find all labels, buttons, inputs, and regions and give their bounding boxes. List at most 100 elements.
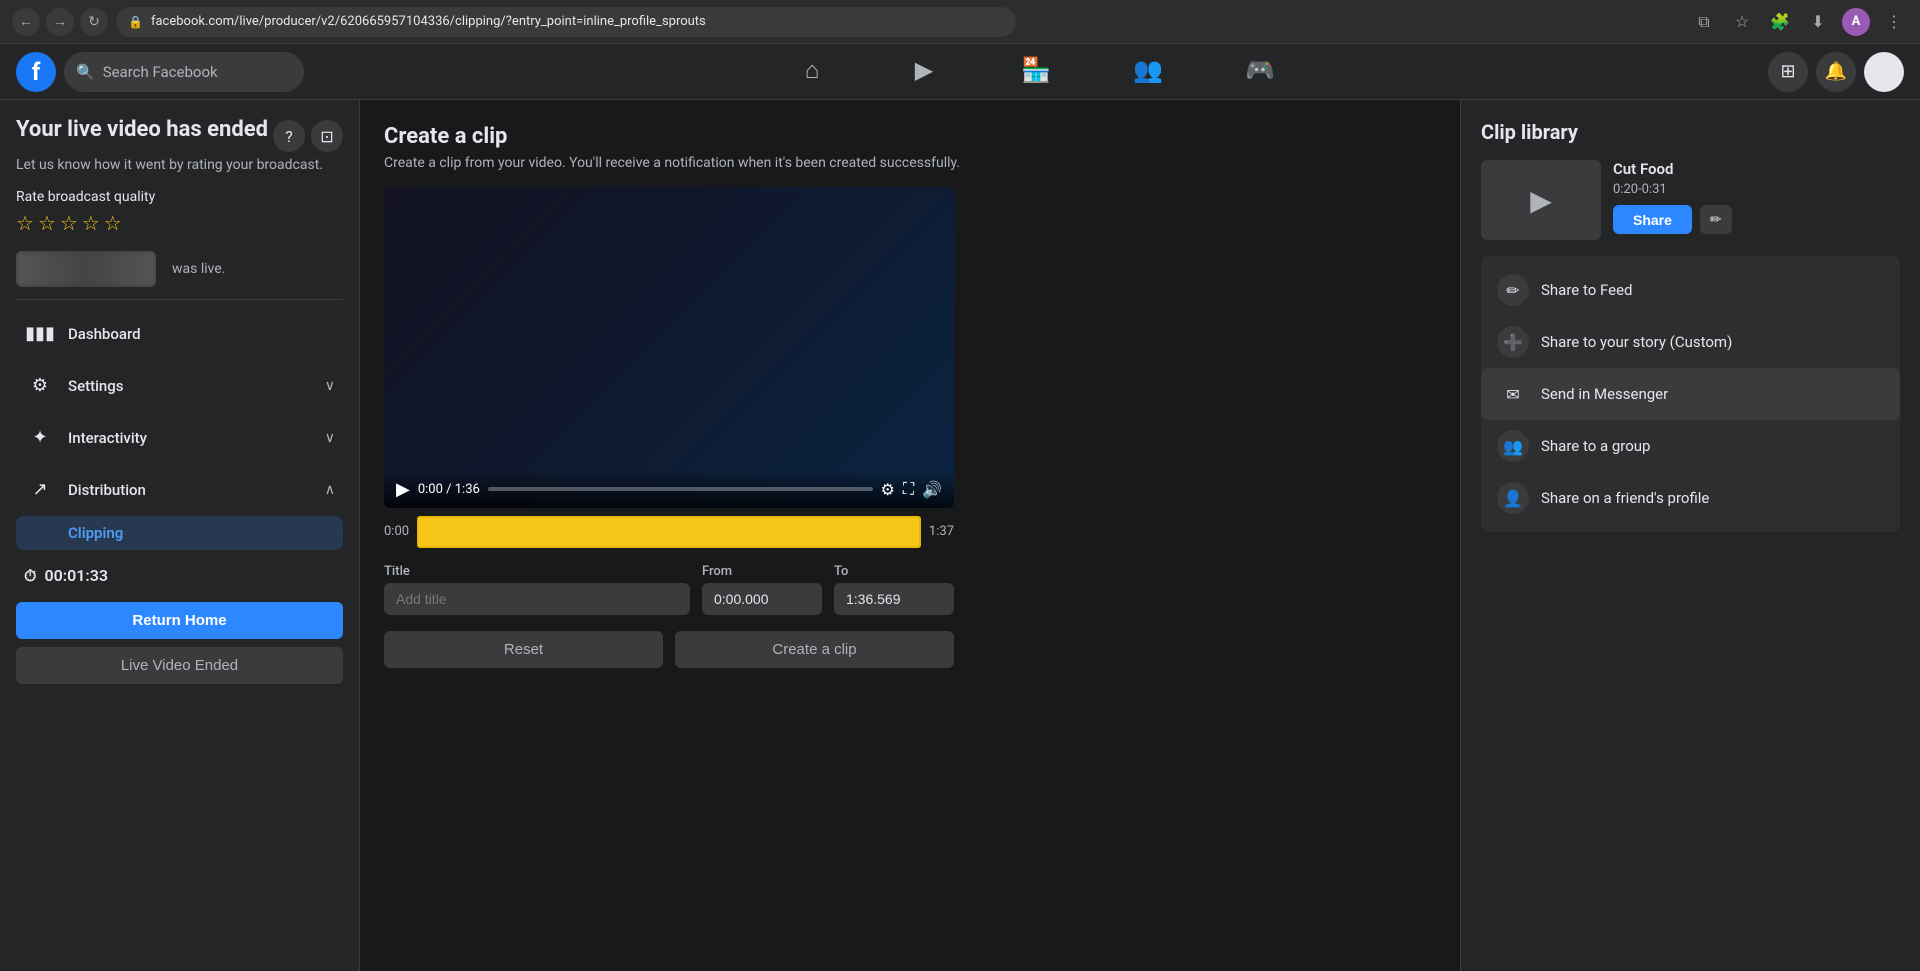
create-clip-button[interactable]: Create a clip [675, 631, 954, 668]
share-options-panel: ✏ Share to Feed ➕ Share to your story (C… [1481, 256, 1900, 532]
clip-name: Cut Food [1613, 160, 1900, 178]
back-button[interactable]: ← [12, 8, 40, 36]
refresh-button[interactable]: ↻ [80, 8, 108, 36]
apps-grid-button[interactable]: ⊞ [1768, 52, 1808, 92]
sidebar-timer: ⏱ 00:01:33 [16, 558, 343, 594]
downloads-icon[interactable]: ⬇ [1804, 8, 1832, 36]
title-input[interactable] [384, 583, 690, 615]
browser-menu-icon[interactable]: ⋮ [1880, 8, 1908, 36]
star-4[interactable]: ☆ [82, 211, 100, 235]
help-button[interactable]: ? [273, 120, 305, 152]
share-option-group[interactable]: 👥 Share to a group [1481, 420, 1900, 472]
browser-chrome: ← → ↻ 🔒 facebook.com/live/producer/v2/62… [0, 0, 1920, 44]
dashboard-label: Dashboard [68, 325, 335, 343]
nav-marketplace[interactable]: 🏪 [980, 44, 1092, 100]
search-bar[interactable]: 🔍 Search Facebook [64, 52, 304, 92]
title-field-group: Title [384, 564, 690, 615]
star-2[interactable]: ☆ [38, 211, 56, 235]
rate-section: Rate broadcast quality ☆ ☆ ☆ ☆ ☆ [16, 189, 343, 235]
nav-groups[interactable]: 👥 [1092, 44, 1204, 100]
clip-section-title: Create a clip [384, 124, 1436, 149]
play-button[interactable]: ▶ [396, 479, 410, 500]
progress-bar[interactable] [488, 487, 873, 491]
fullscreen-button[interactable]: ⛶ [903, 479, 914, 499]
reset-button[interactable]: Reset [384, 631, 663, 668]
nav-home[interactable]: ⌂ [756, 44, 868, 100]
interactivity-icon: ✦ [24, 422, 56, 454]
forward-button[interactable]: → [46, 8, 74, 36]
edit-button[interactable]: ✏ [1700, 205, 1732, 234]
video-player[interactable]: ▶ 0:00 / 1:36 ⚙ ⛶ 🔊 [384, 187, 954, 508]
settings-chevron-icon: ∨ [325, 378, 335, 394]
to-label: To [834, 564, 954, 579]
url-text: facebook.com/live/producer/v2/6206659571… [151, 14, 706, 29]
clip-duration: 0:20-0:31 [1613, 182, 1900, 197]
star-1[interactable]: ☆ [16, 211, 34, 235]
star-rating[interactable]: ☆ ☆ ☆ ☆ ☆ [16, 211, 343, 235]
sidebar-item-dashboard[interactable]: ▮▮▮ Dashboard [16, 308, 343, 360]
facebook-logo[interactable]: f [16, 52, 56, 92]
sidebar: Your live video has ended ? ⊡ Let us kno… [0, 100, 360, 971]
browser-profile[interactable]: A [1842, 8, 1870, 36]
search-placeholder: Search Facebook [103, 63, 218, 81]
share-feed-icon: ✏ [1497, 274, 1529, 306]
range-start-time: 0:00 [384, 524, 409, 539]
share-icon-button[interactable]: ⊡ [311, 120, 343, 152]
to-input[interactable] [834, 583, 954, 615]
header-right: ⊞ 🔔 [1768, 52, 1904, 92]
video-settings-button[interactable]: ⚙ [881, 480, 895, 499]
sidebar-divider [16, 299, 343, 300]
share-option-feed[interactable]: ✏ Share to Feed [1481, 264, 1900, 316]
sidebar-item-distribution[interactable]: ↗ Distribution ∧ [16, 464, 343, 516]
sidebar-title: Your live video has ended [16, 116, 268, 145]
star-5[interactable]: ☆ [104, 211, 122, 235]
star-3[interactable]: ☆ [60, 211, 78, 235]
interactivity-label: Interactivity [68, 429, 313, 447]
clip-fields: Title From To [384, 564, 954, 615]
was-live-text: was live. [172, 261, 225, 277]
main-layout: Your live video has ended ? ⊡ Let us kno… [0, 100, 1920, 971]
clip-info: Cut Food 0:20-0:31 Share ✏ [1613, 160, 1900, 240]
from-input[interactable] [702, 583, 822, 615]
return-home-button[interactable]: Return Home [16, 602, 343, 639]
settings-label: Settings [68, 377, 313, 395]
star-icon[interactable]: ☆ [1728, 8, 1756, 36]
clip-share-row: Share ✏ [1613, 205, 1900, 234]
notifications-button[interactable]: 🔔 [1816, 52, 1856, 92]
dashboard-icon: ▮▮▮ [24, 318, 56, 350]
from-label: From [702, 564, 822, 579]
clipping-label: Clipping [68, 524, 123, 542]
clip-range-container: 0:00 1:37 [384, 516, 954, 548]
distribution-label: Distribution [68, 481, 313, 499]
clip-library-panel: Clip library ▶ Cut Food 0:20-0:31 Share … [1460, 100, 1920, 971]
profile-picture[interactable] [1864, 52, 1904, 92]
nav-video[interactable]: ▶ [868, 44, 980, 100]
sidebar-item-interactivity[interactable]: ✦ Interactivity ∨ [16, 412, 343, 464]
extensions-icon[interactable]: 🧩 [1766, 8, 1794, 36]
clip-section-description: Create a clip from your video. You'll re… [384, 155, 1436, 171]
share-option-story[interactable]: ➕ Share to your story (Custom) [1481, 316, 1900, 368]
range-track[interactable] [417, 516, 921, 548]
share-messenger-label: Send in Messenger [1541, 385, 1668, 403]
address-bar[interactable]: 🔒 facebook.com/live/producer/v2/62066595… [116, 7, 1016, 37]
clip-thumbnail: ▶ [1481, 160, 1601, 240]
range-selection[interactable] [417, 516, 921, 548]
volume-button[interactable]: 🔊 [922, 480, 942, 499]
main-nav: ⌂ ▶ 🏪 👥 🎮 [756, 44, 1316, 100]
sidebar-subtitle: Let us know how it went by rating your b… [16, 157, 343, 173]
range-end-time: 1:37 [929, 524, 954, 539]
share-story-label: Share to your story (Custom) [1541, 333, 1732, 351]
lock-icon: 🔒 [128, 15, 143, 29]
browser-actions: ⧉ ☆ 🧩 ⬇ A ⋮ [1690, 8, 1908, 36]
screen-share-icon[interactable]: ⧉ [1690, 8, 1718, 36]
share-option-messenger[interactable]: ✉ Send in Messenger [1481, 368, 1900, 420]
sidebar-sub-item-clipping[interactable]: Clipping [16, 516, 343, 550]
action-buttons: Reset Create a clip [384, 631, 954, 668]
nav-gaming[interactable]: 🎮 [1204, 44, 1316, 100]
share-button[interactable]: Share [1613, 205, 1692, 234]
share-group-icon: 👥 [1497, 430, 1529, 462]
facebook-header: f 🔍 Search Facebook ⌂ ▶ 🏪 👥 🎮 ⊞ 🔔 [0, 44, 1920, 100]
share-option-friends-profile[interactable]: 👤 Share on a friend's profile [1481, 472, 1900, 524]
clip-library-title: Clip library [1481, 120, 1900, 144]
sidebar-item-settings[interactable]: ⚙ Settings ∨ [16, 360, 343, 412]
